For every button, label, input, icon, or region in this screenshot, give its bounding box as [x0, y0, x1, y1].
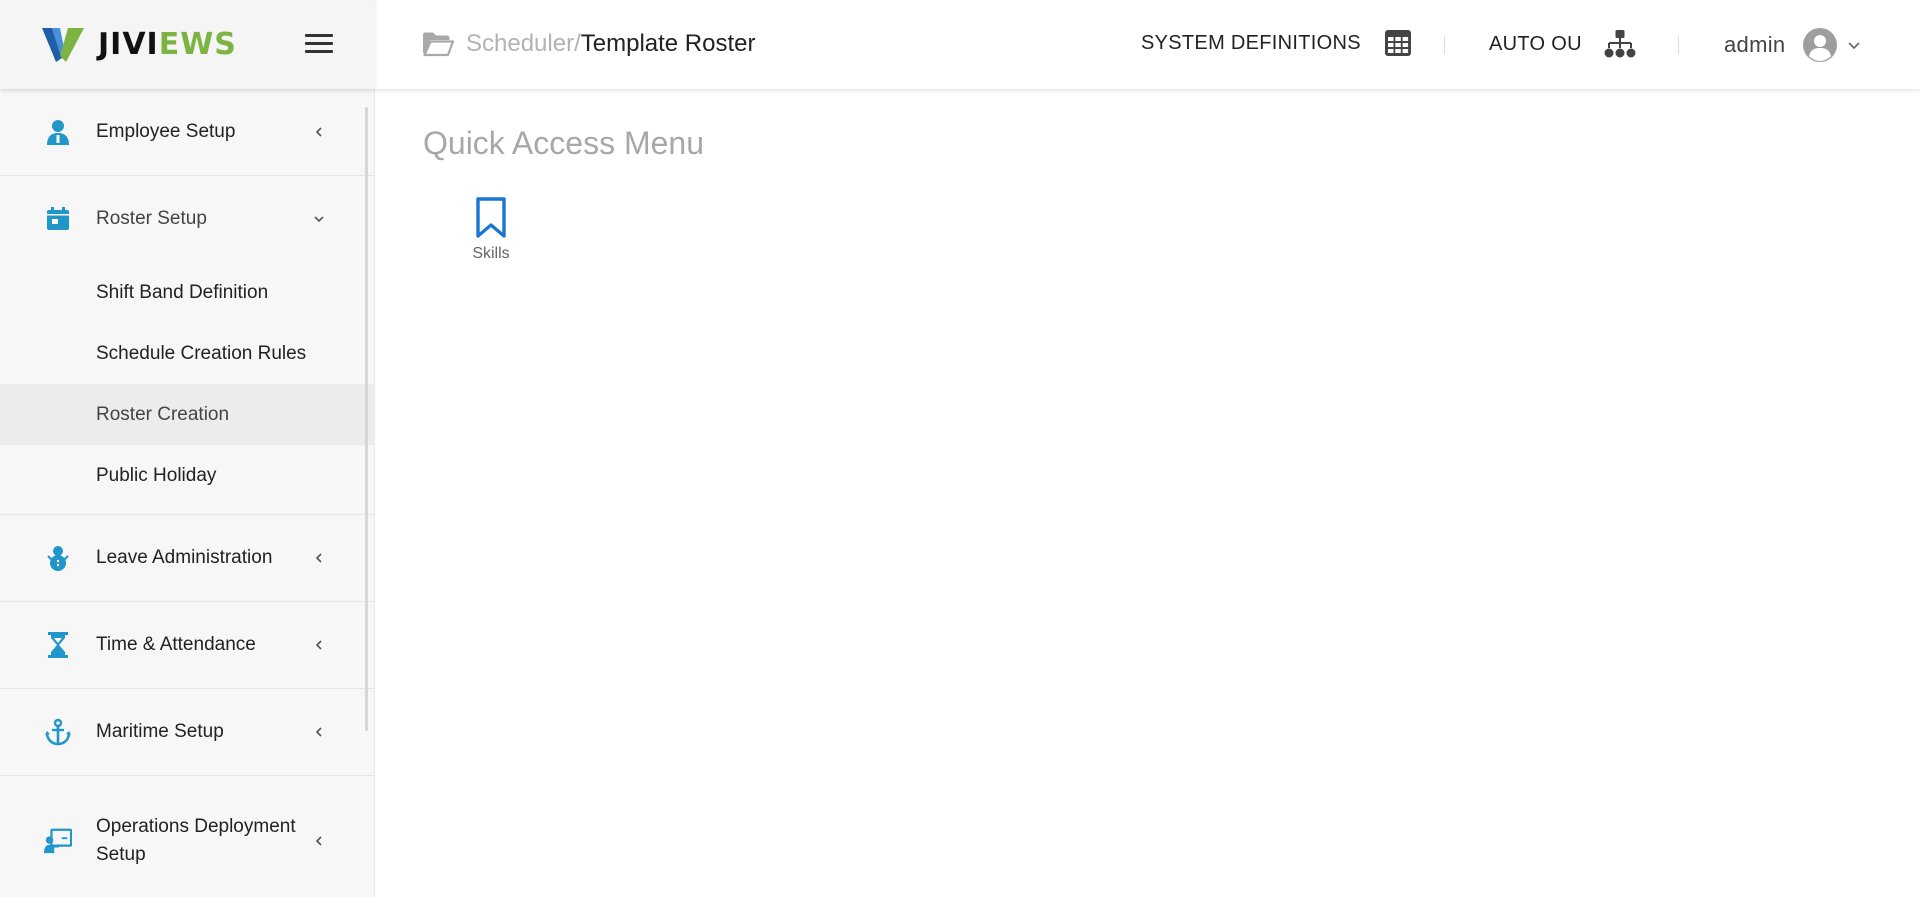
user-name: admin	[1724, 32, 1786, 57]
sidebar-item-label: Roster Setup	[96, 208, 207, 229]
grid-table-icon	[1384, 30, 1411, 56]
user-avatar-icon	[1803, 28, 1838, 62]
folder-open-icon	[423, 32, 454, 57]
anchor-icon	[44, 718, 72, 746]
sidebar-subitem-public-holiday[interactable]: Public Holiday	[0, 445, 375, 506]
logo-mark-icon	[42, 28, 84, 62]
org-chart-icon	[1604, 30, 1636, 58]
system-definitions-button[interactable]: SYSTEM DEFINITIONS	[1141, 30, 1411, 56]
sidebar-item-leave-administration[interactable]: Leave Administration	[0, 515, 375, 602]
user-menu[interactable]: admin	[1724, 28, 1861, 62]
auto-ou-button[interactable]: AUTO OU	[1489, 30, 1636, 58]
sidebar-item-maritime-setup[interactable]: Maritime Setup	[0, 689, 375, 776]
sidebar-subitem-roster-creation[interactable]: Roster Creation	[0, 384, 375, 445]
breadcrumb: Scheduler / Template Roster	[422, 30, 756, 58]
app-logo[interactable]: JIVIEWS	[40, 22, 237, 66]
chevron-left-icon	[315, 553, 322, 563]
sidebar-item-label: Employee Setup	[96, 121, 236, 142]
hourglass-icon	[44, 631, 72, 659]
sidebar-subitem-schedule-creation-rules[interactable]: Schedule Creation Rules	[0, 323, 375, 384]
chevron-left-icon	[315, 127, 322, 137]
sidebar-item-employee-setup[interactable]: Employee Setup	[0, 89, 375, 176]
bookmark-icon	[476, 197, 506, 238]
breadcrumb-parent[interactable]: Scheduler	[466, 30, 574, 58]
breadcrumb-current: Template Roster	[580, 30, 756, 57]
chevron-left-icon	[315, 640, 322, 650]
header-divider	[1444, 36, 1445, 54]
sidebar-item-label: Leave Administration	[96, 547, 273, 568]
chevron-down-icon	[1848, 42, 1860, 50]
presentation-icon	[44, 827, 72, 855]
system-definitions-label: SYSTEM DEFINITIONS	[1141, 31, 1361, 54]
main-content: Quick Access Menu Skills	[375, 89, 1920, 897]
logo-wordmark: JIVIEWS	[98, 26, 237, 62]
person-icon	[44, 118, 72, 146]
sidebar-scrollbar[interactable]	[365, 107, 368, 731]
sidebar-item-roster-setup[interactable]: Roster Setup	[0, 176, 375, 262]
quick-access-tile-skills[interactable]: Skills	[455, 197, 527, 263]
sidebar-item-label: Operations Deployment Setup	[96, 816, 296, 865]
quick-access-tile-label: Skills	[472, 245, 510, 262]
top-header: Scheduler / Template Roster SYSTEM DEFIN…	[375, 0, 1920, 89]
brand-bar: JIVIEWS	[0, 0, 375, 89]
sidebar-item-label: Maritime Setup	[96, 721, 224, 742]
calendar-icon	[44, 205, 72, 233]
snowman-icon	[44, 544, 72, 572]
breadcrumb-separator: /	[574, 30, 581, 57]
roster-setup-submenu: Shift Band Definition Schedule Creation …	[0, 262, 375, 515]
sidebar-subitem-shift-band-definition[interactable]: Shift Band Definition	[0, 262, 375, 323]
sidebar-menu: Employee Setup Roster Setup Shift Band D…	[0, 89, 375, 906]
auto-ou-label: AUTO OU	[1489, 32, 1582, 55]
header-divider	[1678, 36, 1679, 54]
chevron-down-icon	[314, 216, 324, 223]
chevron-left-icon	[315, 727, 322, 737]
page-title: Quick Access Menu	[423, 125, 704, 161]
menu-toggle-icon[interactable]	[305, 34, 333, 54]
chevron-left-icon	[315, 836, 322, 846]
sidebar-item-time-attendance[interactable]: Time & Attendance	[0, 602, 375, 689]
sidebar-item-operations-deployment-setup[interactable]: Operations Deployment Setup	[0, 776, 375, 906]
sidebar-item-label: Time & Attendance	[96, 634, 256, 655]
sidebar: JIVIEWS Employee Setup Roster Setup Shif…	[0, 0, 375, 897]
